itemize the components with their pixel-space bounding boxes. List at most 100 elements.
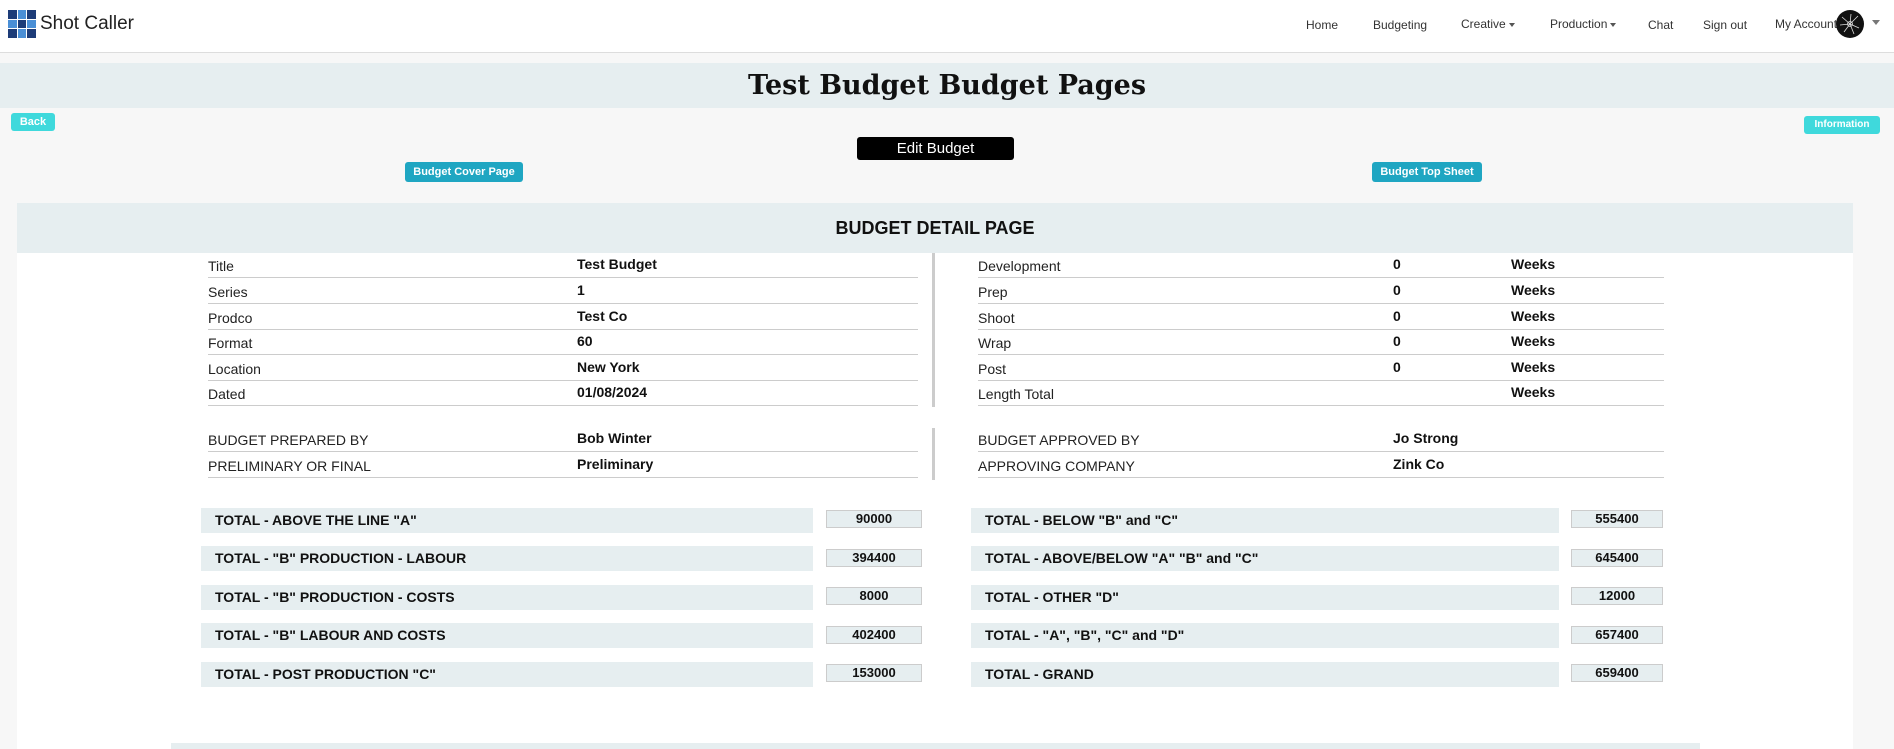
schedule-unit: Weeks bbox=[1511, 256, 1556, 272]
detail-value: New York bbox=[577, 359, 640, 375]
schedule-value: 0 bbox=[1393, 282, 1401, 298]
schedule-row: Prep 0 Weeks bbox=[978, 278, 1664, 304]
total-label: TOTAL - POST PRODUCTION "C" bbox=[201, 662, 813, 687]
total-label: TOTAL - "A", "B", "C" and "D" bbox=[971, 623, 1559, 648]
total-value-field: 90000 bbox=[826, 510, 922, 528]
app-name: Shot Caller bbox=[40, 13, 134, 34]
schedule-value: 0 bbox=[1393, 333, 1401, 349]
column-divider bbox=[932, 428, 935, 480]
nav-creative-label: Creative bbox=[1461, 17, 1506, 31]
detail-label: Location bbox=[208, 361, 261, 377]
schedule-label: Development bbox=[978, 258, 1061, 274]
total-value-field: 12000 bbox=[1571, 587, 1663, 605]
approved-value: Zink Co bbox=[1393, 456, 1445, 472]
panel-title: BUDGET DETAIL PAGE bbox=[17, 203, 1853, 253]
information-button[interactable]: Information bbox=[1804, 116, 1880, 134]
total-label: TOTAL - OTHER "D" bbox=[971, 585, 1559, 610]
total-value-field: 555400 bbox=[1571, 510, 1663, 528]
schedule-value: 0 bbox=[1393, 308, 1401, 324]
detail-label: Format bbox=[208, 335, 253, 351]
approved-row: APPROVING COMPANY Zink Co bbox=[978, 452, 1664, 478]
schedule-label: Prep bbox=[978, 284, 1008, 300]
prepared-row: PRELIMINARY OR FINAL Preliminary bbox=[208, 452, 918, 478]
detail-row: Series 1 bbox=[208, 278, 918, 304]
approved-value: Jo Strong bbox=[1393, 430, 1459, 446]
nav-chat[interactable]: Chat bbox=[1648, 18, 1673, 32]
nav-production-dropdown[interactable]: Production bbox=[1550, 17, 1616, 31]
schedule-unit: Weeks bbox=[1511, 308, 1556, 324]
schedule-label: Wrap bbox=[978, 335, 1012, 351]
detail-row: Title Test Budget bbox=[208, 252, 918, 278]
prepared-value: Bob Winter bbox=[577, 430, 652, 446]
app-logo-icon bbox=[8, 10, 36, 38]
detail-row: Prodco Test Co bbox=[208, 304, 918, 330]
detail-label: Dated bbox=[208, 386, 246, 402]
schedule-row: Wrap 0 Weeks bbox=[978, 329, 1664, 355]
title-band: Test Budget Budget Pages bbox=[0, 63, 1894, 108]
nav-budgeting[interactable]: Budgeting bbox=[1373, 18, 1427, 32]
schedule-unit: Weeks bbox=[1511, 384, 1556, 400]
detail-value: 60 bbox=[577, 333, 593, 349]
schedule-row: Development 0 Weeks bbox=[978, 252, 1664, 278]
budget-top-sheet-button[interactable]: Budget Top Sheet bbox=[1372, 162, 1482, 182]
top-navbar: Shot Caller Home Budgeting Creative Prod… bbox=[0, 0, 1894, 53]
total-label: TOTAL - GRAND bbox=[971, 662, 1559, 687]
schedule-label: Post bbox=[978, 361, 1007, 377]
nav-home[interactable]: Home bbox=[1306, 18, 1338, 32]
total-label: TOTAL - ABOVE THE LINE "A" bbox=[201, 508, 813, 533]
schedule-value: 0 bbox=[1393, 256, 1401, 272]
total-value-field: 153000 bbox=[826, 664, 922, 682]
back-button[interactable]: Back bbox=[11, 113, 55, 131]
schedule-row: Shoot 0 Weeks bbox=[978, 304, 1664, 330]
prepared-row: BUDGET PREPARED BY Bob Winter bbox=[208, 426, 918, 452]
avatar-image-icon bbox=[1839, 13, 1860, 35]
column-divider bbox=[932, 253, 935, 407]
schedule-row: Length Total Weeks bbox=[978, 380, 1664, 406]
total-value-field: 8000 bbox=[826, 587, 922, 605]
total-label: TOTAL - ABOVE/BELOW "A" "B" and "C" bbox=[971, 546, 1559, 571]
detail-value: 01/08/2024 bbox=[577, 384, 648, 400]
total-label: TOTAL - BELOW "B" and "C" bbox=[971, 508, 1559, 533]
total-value-field: 402400 bbox=[826, 626, 922, 644]
schedule-label: Length Total bbox=[978, 386, 1055, 402]
page-title: Test Budget Budget Pages bbox=[747, 70, 1147, 101]
schedule-label: Shoot bbox=[978, 310, 1015, 326]
total-value-field: 657400 bbox=[1571, 626, 1663, 644]
total-value-field: 394400 bbox=[826, 549, 922, 567]
schedule-row: Post 0 Weeks bbox=[978, 355, 1664, 381]
total-value-field: 645400 bbox=[1571, 549, 1663, 567]
total-label: TOTAL - "B" LABOUR AND COSTS bbox=[201, 623, 813, 648]
total-value-field: 659400 bbox=[1571, 664, 1663, 682]
approved-label: APPROVING COMPANY bbox=[978, 458, 1135, 474]
nav-production-label: Production bbox=[1550, 17, 1608, 31]
next-section-strip bbox=[171, 743, 1700, 749]
detail-label: Title bbox=[208, 258, 234, 274]
approved-row: BUDGET APPROVED BY Jo Strong bbox=[978, 426, 1664, 452]
prepared-label: BUDGET PREPARED BY bbox=[208, 432, 369, 448]
nav-my-account[interactable]: My Account bbox=[1775, 17, 1837, 31]
detail-value: 1 bbox=[577, 282, 585, 298]
total-label: TOTAL - "B" PRODUCTION - COSTS bbox=[201, 585, 813, 610]
schedule-unit: Weeks bbox=[1511, 282, 1556, 298]
schedule-unit: Weeks bbox=[1511, 333, 1556, 349]
prepared-label: PRELIMINARY OR FINAL bbox=[208, 458, 371, 474]
prepared-value: Preliminary bbox=[577, 456, 654, 472]
approved-label: BUDGET APPROVED BY bbox=[978, 432, 1140, 448]
detail-row: Location New York bbox=[208, 355, 918, 381]
avatar[interactable] bbox=[1836, 10, 1864, 38]
detail-row: Format 60 bbox=[208, 329, 918, 355]
nav-creative-dropdown[interactable]: Creative bbox=[1461, 17, 1515, 31]
schedule-unit: Weeks bbox=[1511, 359, 1556, 375]
detail-row: Dated 01/08/2024 bbox=[208, 380, 918, 406]
nav-sign-out[interactable]: Sign out bbox=[1703, 18, 1747, 32]
schedule-value: 0 bbox=[1393, 359, 1401, 375]
brand[interactable]: Shot Caller bbox=[8, 10, 134, 38]
detail-label: Prodco bbox=[208, 310, 253, 326]
detail-value: Test Budget bbox=[577, 256, 657, 272]
account-caret-icon[interactable] bbox=[1872, 20, 1880, 25]
budget-cover-page-button[interactable]: Budget Cover Page bbox=[405, 162, 523, 182]
total-label: TOTAL - "B" PRODUCTION - LABOUR bbox=[201, 546, 813, 571]
edit-budget-button[interactable]: Edit Budget bbox=[857, 137, 1014, 160]
detail-label: Series bbox=[208, 284, 248, 300]
detail-value: Test Co bbox=[577, 308, 628, 324]
